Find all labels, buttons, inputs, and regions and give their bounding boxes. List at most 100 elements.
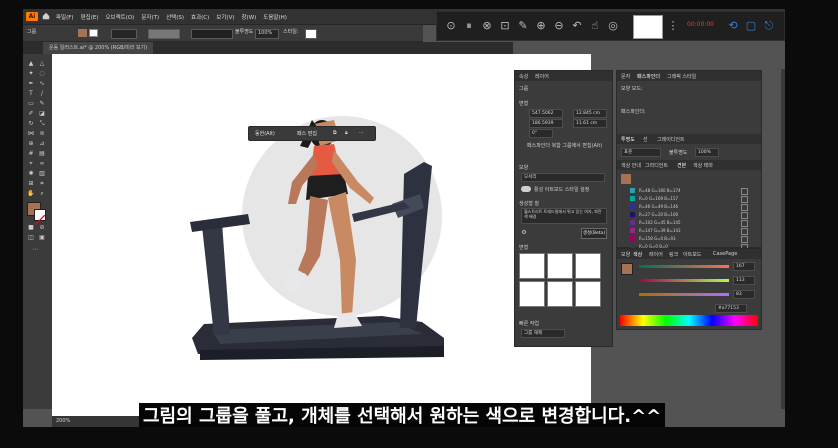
magic-wand-icon[interactable]: ✦ [27,70,35,77]
generate-button[interactable]: 생성(Beta) [581,228,607,239]
tab-properties[interactable]: 속성 [519,73,528,80]
opacity-field[interactable]: 100% [255,29,279,39]
green-value[interactable]: 113 [733,276,755,285]
swatch-row[interactable]: R=27 G=20 B=100 [620,211,750,219]
variation-thumbnail-4[interactable] [519,281,545,307]
tab-artboards[interactable]: 아트보드 [683,251,701,258]
green-slider[interactable] [639,279,729,282]
mesh-icon[interactable]: # [27,150,35,157]
tab-links[interactable]: 링크 [669,251,678,258]
brush-tool-icon[interactable]: ✎ [38,100,46,107]
swatch-color[interactable] [630,212,635,217]
tab-graphic-styles[interactable]: 그래픽 스타일 [667,73,696,80]
variation-thumbnail-6[interactable] [575,281,601,307]
path-edit-button[interactable]: 패스 편집 [297,130,317,137]
rotate-icon[interactable]: ↻ [27,120,35,127]
camera-icon[interactable]: ◎ [607,20,619,32]
draw-mode-icon[interactable]: ◫ [27,234,35,241]
swatch-color[interactable] [630,228,635,233]
tab-pathfinder[interactable]: 패스파인더 [637,73,660,80]
tab-color-guide[interactable]: 색상 안내 [621,162,641,169]
swatch-color[interactable] [630,196,635,201]
more-tools-icon[interactable]: ⋯ [31,246,39,253]
opacity-field-panel[interactable]: 100% [695,148,719,157]
variation-thumbnail-3[interactable] [575,253,601,279]
artboard-tool-icon[interactable]: ⊞ [27,180,35,187]
treadmill-illustration[interactable] [52,54,591,417]
hex-value[interactable]: #a77153 [715,304,747,313]
blue-slider[interactable] [639,293,729,296]
shaper-icon[interactable]: ✐ [27,110,35,117]
tab-layers[interactable]: 레이어 [535,73,549,80]
variation-thumbnail-2[interactable] [547,253,573,279]
swatch-row[interactable]: R=0 G=169 B=157 [620,195,750,203]
settings-icon[interactable]: ⟲ [727,20,739,32]
swatch-color[interactable] [630,236,635,241]
color-fill-swatch[interactable] [621,263,633,275]
line-tool-icon[interactable]: / [38,90,46,97]
eraser-icon[interactable]: ◪ [38,110,46,117]
zoom-level[interactable]: 200% [56,418,70,425]
undo-icon[interactable]: ↶ [571,20,583,32]
appearance-item[interactable]: 모서리 [521,173,605,182]
fill-swatch[interactable] [78,29,87,37]
tab-color[interactable]: 색상 [633,251,642,258]
variable-width-field[interactable] [148,29,180,39]
grid-icon[interactable]: ⋮ [667,20,679,32]
menu-select[interactable]: 선택(S) [166,13,184,21]
artboard[interactable] [52,54,591,417]
swatch-color[interactable] [630,204,635,209]
tab-gradient[interactable]: 그레이디언트 [657,136,685,143]
type-tool-icon[interactable]: T [27,90,35,97]
exit-icon[interactable]: ⎋ [763,20,775,32]
tab-swatches[interactable]: 견본 [677,162,686,169]
symbol-sprayer-icon[interactable]: ✺ [27,170,35,177]
gen-settings-icon[interactable]: ⚙ [520,229,528,236]
color-mode-icon[interactable]: ■ [27,224,35,231]
canvas-area[interactable] [52,54,591,417]
menu-view[interactable]: 보기(V) [216,13,234,21]
swatch-color[interactable] [630,188,635,193]
scale-icon[interactable]: ⤡ [38,120,46,127]
tab-stroke[interactable]: 선 [643,136,648,143]
swatch-row[interactable]: R=48 G=160 B=174 [620,187,750,195]
crop-icon[interactable]: ⊡ [499,20,511,32]
y-field[interactable]: 186.5939 [529,119,563,128]
gradient-icon[interactable]: ▤ [38,150,46,157]
swatch-color[interactable] [630,220,635,225]
tab-gradient-2[interactable]: 그라디언트 [645,162,668,169]
rectangle-tool-icon[interactable]: ▭ [27,100,35,107]
stroke-swatch[interactable] [89,29,98,37]
document-tab[interactable]: 운동 일러스트.ai* @ 200% (RGB/미리 보기) [43,42,154,54]
screen-mode-icon[interactable]: ▣ [38,234,46,241]
tab-transparency[interactable]: 투명도 [621,136,635,143]
tab-color-themes[interactable]: 색상 테마 [693,162,713,169]
brush-field[interactable] [191,29,233,39]
screen-icon[interactable]: ▢ [745,20,757,32]
close-icon[interactable]: ⊗ [481,20,493,32]
ungroup-button[interactable]: 동한(Alt) [255,130,275,137]
duplicate-icon[interactable]: ⧉ [333,130,337,136]
tab-layers-2[interactable]: 레이어 [649,251,663,258]
shape-builder-icon[interactable]: ⊕ [27,140,35,147]
record-stop-icon[interactable]: ⊙ [445,20,457,32]
swatch-row[interactable]: R=158 G=0 B=93 [620,235,750,243]
pause-icon[interactable]: ⏸ [463,20,475,32]
more-options-icon[interactable]: ⋯ [359,130,364,136]
x-field[interactable]: 547.5062 [529,109,563,118]
swatch-row[interactable]: R=147 G=39 B=143 [620,227,750,235]
gen-prompt-field[interactable]: 월스트리트 트래드밀에서 뛰고 있는 여자, 파란 색 배경 [521,208,607,224]
h-field[interactable]: 11.61 cm [573,119,607,128]
panel-scrollbar[interactable] [781,69,785,409]
tab-appearance[interactable]: 모양 [621,251,630,258]
swatch-fill-preview[interactable] [621,174,631,184]
ungroup-quick-button[interactable]: 그룹 해제 [521,329,565,338]
none-mode-icon[interactable]: ⊘ [38,224,46,231]
home-icon[interactable] [42,12,50,20]
style-swatch[interactable] [305,29,317,39]
menu-object[interactable]: 오브젝트(O) [105,13,134,21]
eyedropper-icon[interactable]: ⌖ [27,160,35,167]
zoom-tool-icon[interactable]: ⌕ [38,190,46,197]
direct-selection-tool-icon[interactable]: △ [38,60,46,67]
hand-tool-icon[interactable]: ✋ [27,190,35,197]
